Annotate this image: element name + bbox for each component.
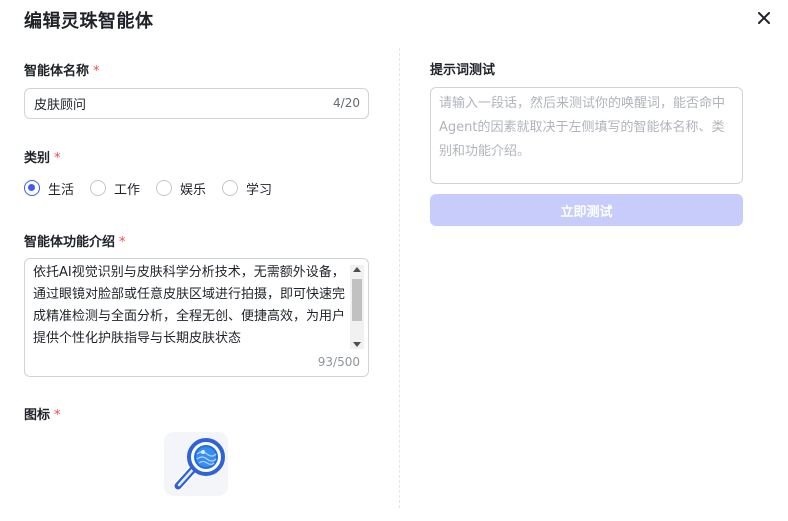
description-text[interactable]: 依托AI视觉识别与皮肤科学分析技术，无需额外设备，通过眼镜对脸部或任意皮肤区域进… bbox=[33, 262, 353, 350]
scroll-up-icon[interactable] bbox=[353, 267, 361, 272]
required-mark: * bbox=[54, 151, 61, 166]
prompt-test-label: 提示词测试 bbox=[430, 63, 496, 78]
name-input-wrapper: 4/20 bbox=[24, 88, 369, 119]
test-now-button[interactable]: 立即测试 bbox=[430, 194, 743, 226]
description-label: 智能体功能介绍 * bbox=[24, 235, 126, 250]
category-option-entertainment[interactable]: 娱乐 bbox=[156, 179, 206, 198]
name-char-count: 4/20 bbox=[333, 96, 360, 110]
required-mark: * bbox=[119, 235, 126, 250]
close-button[interactable] bbox=[754, 8, 774, 28]
category-label: 类别 * bbox=[24, 151, 61, 166]
radio-unchecked-icon bbox=[90, 180, 107, 196]
required-mark: * bbox=[93, 64, 100, 79]
name-label: 智能体名称 * bbox=[24, 64, 100, 79]
scrollbar-thumb[interactable] bbox=[352, 279, 362, 321]
column-divider bbox=[399, 48, 400, 508]
icon-label: 图标 * bbox=[24, 408, 61, 423]
radio-unchecked-icon bbox=[222, 180, 239, 196]
scroll-down-icon[interactable] bbox=[353, 342, 361, 347]
agent-icon-picker[interactable] bbox=[164, 432, 228, 496]
name-input[interactable] bbox=[34, 89, 314, 118]
radio-checked-icon bbox=[24, 180, 40, 196]
description-scrollbar[interactable] bbox=[350, 265, 364, 349]
required-mark: * bbox=[54, 408, 61, 423]
dialog-title: 编辑灵珠智能体 bbox=[24, 11, 154, 32]
prompt-test-wrapper bbox=[430, 87, 743, 184]
radio-unchecked-icon bbox=[156, 180, 173, 196]
description-textarea[interactable]: 依托AI视觉识别与皮肤科学分析技术，无需额外设备，通过眼镜对脸部或任意皮肤区域进… bbox=[24, 258, 369, 377]
magnifier-globe-icon bbox=[173, 438, 225, 491]
category-option-life[interactable]: 生活 bbox=[24, 179, 74, 198]
category-radio-group: 生活 工作 娱乐 学习 bbox=[24, 179, 288, 198]
close-icon bbox=[758, 12, 770, 24]
prompt-test-input[interactable] bbox=[431, 88, 742, 183]
category-option-work[interactable]: 工作 bbox=[90, 179, 140, 198]
description-char-count: 93/500 bbox=[317, 355, 360, 369]
category-option-study[interactable]: 学习 bbox=[222, 179, 272, 198]
